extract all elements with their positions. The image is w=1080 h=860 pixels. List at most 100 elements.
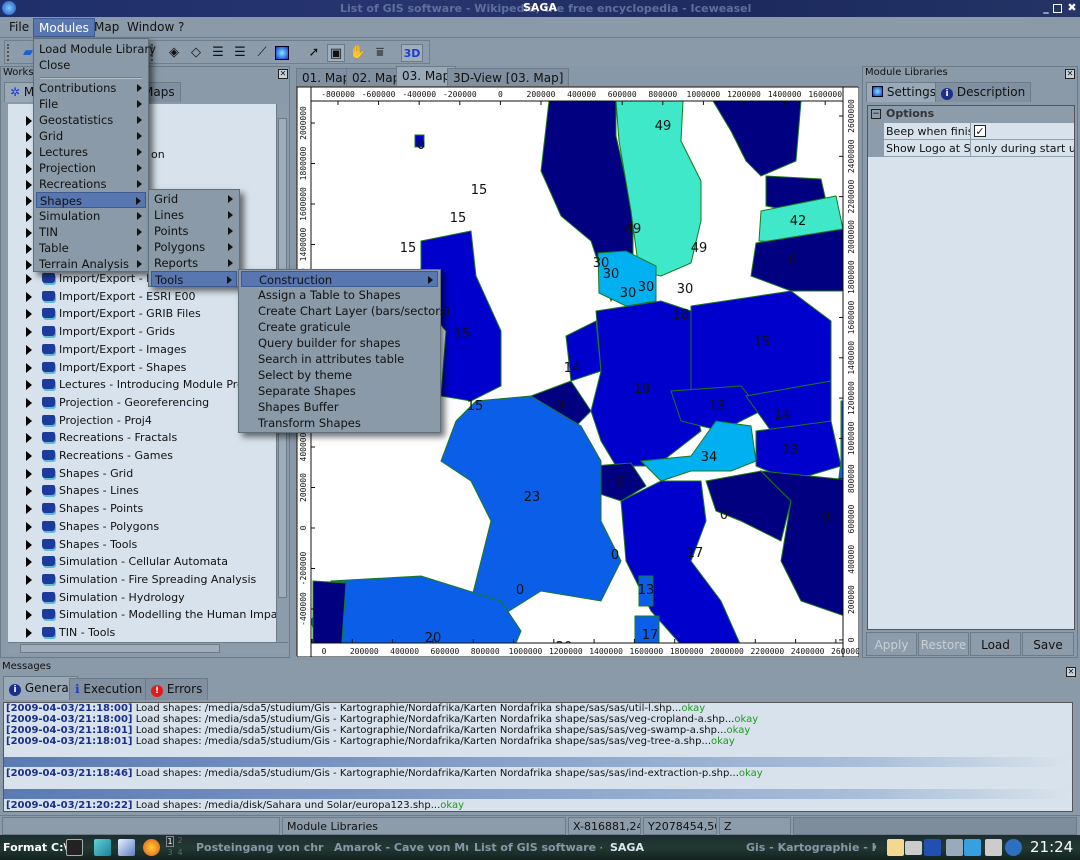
expand-arrow-icon[interactable] [26,164,32,174]
expand-arrow-icon[interactable] [26,327,32,338]
menu-item-separate-shapes[interactable]: Separate Shapes [241,383,438,399]
tab-general[interactable]: i General [3,676,79,700]
desktop-4[interactable]: 4 [176,848,184,859]
apply-button[interactable]: Apply [866,632,917,656]
toolbar-grip[interactable] [7,44,11,61]
menu-item-points[interactable]: Points [151,223,237,239]
tree-item[interactable]: Import/Export - GRIB Files [8,305,276,322]
property-value-beep[interactable]: ✓ [970,123,1074,140]
menu-item-tools[interactable]: Tools [151,271,237,287]
firefox-icon[interactable] [143,839,160,856]
menu-window[interactable]: Window [122,18,179,37]
menu-item-shapes[interactable]: Shapes [36,192,146,208]
menu-item-load-module-library[interactable]: Load Module Library [36,41,156,57]
menu-item-contributions[interactable]: Contributions [36,80,146,96]
tree-item[interactable]: Import/Export - Shapes [8,359,276,376]
menu-map[interactable]: Map [89,18,124,37]
expand-arrow-icon[interactable] [26,291,32,302]
menu-item-file[interactable]: File [36,96,146,112]
update-icon[interactable] [1005,839,1022,856]
menu-item-terrain-analysis[interactable]: Terrain Analysis [36,256,146,272]
menu-file[interactable]: File [4,18,34,37]
tab-description[interactable]: i Description [935,82,1032,102]
tab-3d-view[interactable]: 3D-View [03. Map] [447,68,570,88]
expand-arrow-icon[interactable] [26,196,32,206]
expand-arrow-icon[interactable] [26,116,32,126]
map-icon[interactable] [275,46,289,60]
tree-item[interactable]: Import/Export - ESRI E00 [8,288,276,305]
klipper-icon[interactable] [887,839,904,856]
expand-arrow-icon[interactable] [26,592,32,603]
beep-checkbox[interactable]: ✓ [974,125,986,137]
expand-arrow-icon[interactable] [26,468,32,479]
desktop-1[interactable]: 1 [166,836,174,847]
expand-arrow-icon[interactable] [26,486,32,497]
menu-item-create-chart-layer-bars-sectors[interactable]: Create Chart Layer (bars/sectors) [241,303,450,319]
expand-arrow-icon[interactable] [26,180,32,190]
expand-arrow-icon[interactable] [26,148,32,158]
collapse-icon[interactable]: − [871,109,881,119]
scroll-thumb[interactable] [20,644,220,653]
menu-item-geostatistics[interactable]: Geostatistics [36,112,146,128]
expand-arrow-icon[interactable] [26,380,32,391]
expand-arrow-icon[interactable] [26,504,32,515]
messages-close-icon[interactable]: ✕ [1066,667,1076,677]
expand-arrow-icon[interactable] [26,309,32,320]
tree-item[interactable]: Import/Export - Grids [8,323,276,340]
expand-arrow-icon[interactable] [26,228,32,238]
keyboard-layout-icon[interactable] [905,841,922,855]
3d-view-icon[interactable]: 3D [401,44,423,62]
task-file-manager[interactable]: Gis - Kartographie - K [746,839,876,857]
tab-execution[interactable]: ℹ Execution [69,678,149,700]
expand-arrow-icon[interactable] [26,344,32,355]
battery-icon[interactable] [985,839,1002,856]
terminal-icon[interactable] [66,839,83,856]
menu-item-table[interactable]: Table [36,240,146,256]
module-libraries-close-icon[interactable]: ✕ [1065,69,1075,79]
expand-arrow-icon[interactable] [26,433,32,444]
menu-item-search-in-attributes-table[interactable]: Search in attributes table [241,351,438,367]
tree-item[interactable]: Simulation - Fire Spreading Analysis [8,571,276,588]
tab-errors[interactable]: ! Errors [145,678,209,700]
region-finland[interactable] [712,100,802,177]
tree-item[interactable]: Shapes - Lines [8,482,276,499]
task-mail[interactable]: Posteingang von chris [196,839,324,857]
tree-item[interactable]: TIN - Tools [8,624,276,641]
menu-item-construction[interactable]: Construction [241,271,438,287]
mail-icon[interactable] [118,839,135,856]
expand-arrow-icon[interactable] [26,539,32,550]
measure-icon[interactable]: ⩸ [371,44,389,62]
tab-settings[interactable]: Settings [866,82,943,102]
tree-item[interactable]: Simulation - Hydrology [8,589,276,606]
load-button[interactable]: Load [970,632,1021,656]
desktop-2[interactable]: 2 [176,836,184,847]
menu-item-shapes-buffer[interactable]: Shapes Buffer [241,399,438,415]
menu-item-lectures[interactable]: Lectures [36,144,146,160]
expand-arrow-icon[interactable] [26,415,32,426]
zoom-forward-icon[interactable]: ◇ [187,44,205,62]
options-group-header[interactable]: − Options [868,106,1074,123]
expand-arrow-icon[interactable] [26,212,32,222]
pointer-icon[interactable]: ➚ [305,44,323,62]
menu-item-query-builder-for-shapes[interactable]: Query builder for shapes [241,335,438,351]
expand-arrow-icon[interactable] [26,132,32,142]
menu-modules[interactable]: Modules [33,18,95,37]
minimize-icon[interactable]: _ [1040,2,1052,14]
menu-item-reports[interactable]: Reports [151,255,237,271]
menu-item-grid[interactable]: Grid [36,128,146,144]
expand-arrow-icon[interactable] [26,574,32,585]
save-button[interactable]: Save [1022,632,1074,656]
expand-arrow-icon[interactable] [26,610,32,621]
clone-layer-icon[interactable]: ⟋ [253,44,271,62]
display-icon[interactable] [924,839,941,856]
volume-icon[interactable] [946,839,963,856]
tree-item[interactable]: Projection - Proj4 [8,412,276,429]
close-icon[interactable]: ✖ [1066,2,1078,14]
menu-item-projection[interactable]: Projection [36,160,146,176]
task-iceweasel[interactable]: List of GIS software - W [474,839,602,857]
expand-arrow-icon[interactable] [26,260,32,270]
menu-item-simulation[interactable]: Simulation [36,208,146,224]
tree-item[interactable]: Projection - Georeferencing [8,394,276,411]
tree-item[interactable]: Import/Export - Images [8,341,276,358]
tree-item[interactable]: Shapes - Polygons [8,518,276,535]
